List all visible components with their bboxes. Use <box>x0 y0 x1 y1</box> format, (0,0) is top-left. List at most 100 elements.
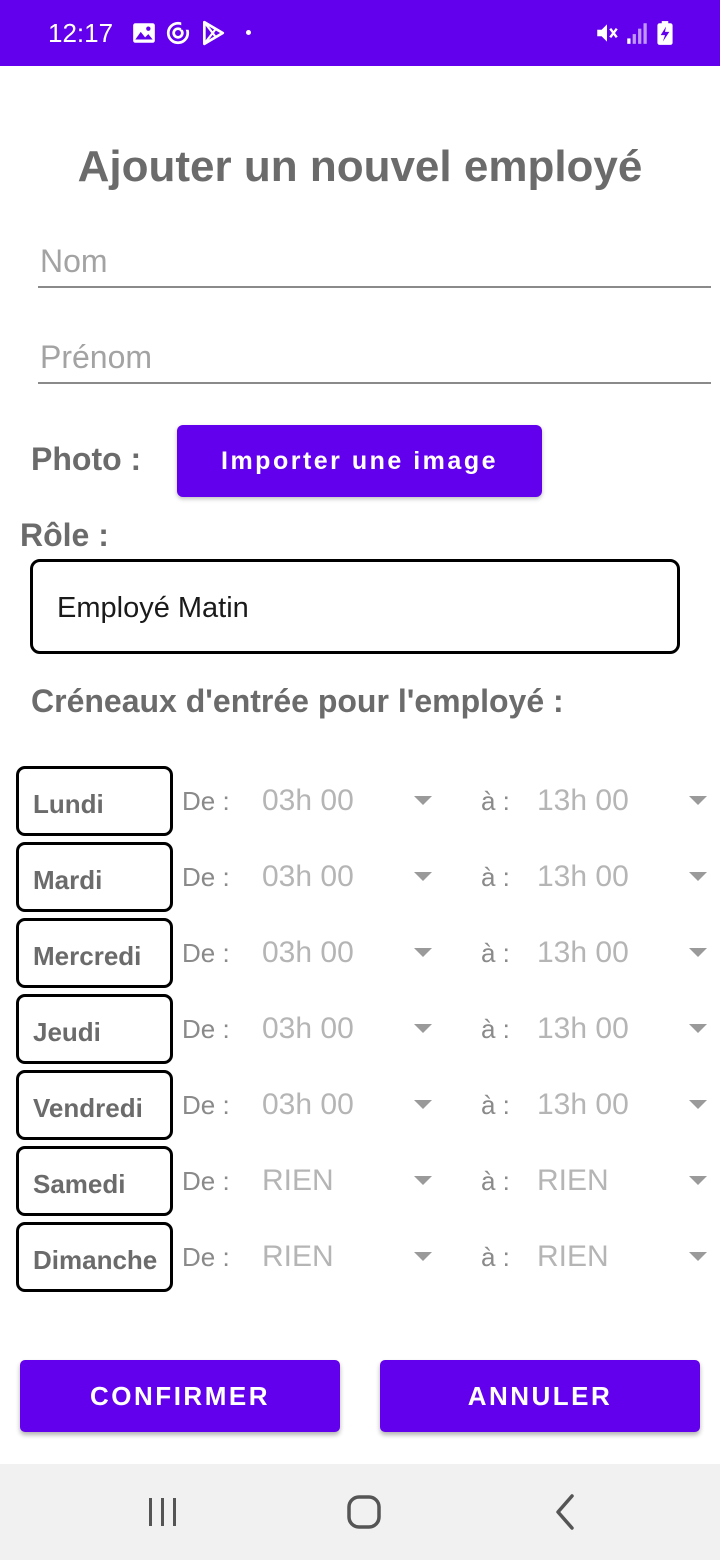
day-label: Dimanche <box>33 1245 158 1275</box>
mute-icon <box>597 24 618 42</box>
sync-icon <box>166 21 190 45</box>
role-label: Rôle : <box>20 517 109 553</box>
from-time-spinner[interactable]: 03h 00 <box>252 770 442 832</box>
from-label: De : <box>182 1014 230 1044</box>
day-label: Mardi <box>33 865 103 895</box>
from-label: De : <box>182 1090 230 1120</box>
schedule-row-jeudi: Jeudi De : 03h 00 à : 13h 00 <box>0 994 720 1064</box>
prenom-input[interactable] <box>38 332 711 384</box>
system-nav-bar <box>0 1464 720 1560</box>
to-time-spinner[interactable]: 13h 00 <box>527 1074 717 1136</box>
to-label: à : <box>481 1166 510 1196</box>
day-box: Dimanche <box>16 1222 173 1292</box>
dropdown-arrow-icon <box>689 872 707 881</box>
dropdown-arrow-icon <box>689 1176 707 1185</box>
to-label: à : <box>481 1014 510 1044</box>
day-label: Mercredi <box>33 941 142 971</box>
from-time-spinner[interactable]: 03h 00 <box>252 922 442 984</box>
dropdown-arrow-icon <box>689 796 707 805</box>
from-time-value: RIEN <box>262 1240 334 1273</box>
from-time-value: 03h 00 <box>262 1088 354 1121</box>
to-time-spinner[interactable]: RIEN <box>527 1150 717 1212</box>
to-label: à : <box>481 862 510 892</box>
to-label: à : <box>481 786 510 816</box>
to-time-value: RIEN <box>537 1240 609 1273</box>
confirm-button[interactable]: CONFIRMER <box>20 1360 340 1432</box>
to-time-value: 13h 00 <box>537 860 629 893</box>
to-time-spinner[interactable]: 13h 00 <box>527 998 717 1060</box>
schedule-row-dimanche: Dimanche De : RIEN à : RIEN <box>0 1222 720 1292</box>
battery-charging-icon <box>657 21 673 45</box>
dropdown-arrow-icon <box>414 1252 432 1261</box>
from-time-spinner[interactable]: RIEN <box>252 1150 442 1212</box>
to-time-spinner[interactable]: 13h 00 <box>527 922 717 984</box>
dropdown-arrow-icon <box>689 948 707 957</box>
from-time-spinner[interactable]: 03h 00 <box>252 1074 442 1136</box>
role-value: Employé Matin <box>57 592 249 624</box>
page-title: Ajouter un nouvel employé <box>77 142 643 191</box>
from-time-value: 03h 00 <box>262 936 354 969</box>
from-time-spinner[interactable]: 03h 00 <box>252 998 442 1060</box>
role-select[interactable]: Employé Matin <box>30 559 680 654</box>
to-time-spinner[interactable]: 13h 00 <box>527 770 717 832</box>
to-time-value: 13h 00 <box>537 784 629 817</box>
from-label: De : <box>182 862 230 892</box>
back-icon[interactable] <box>546 1492 586 1532</box>
status-time: 12:17 <box>48 18 114 48</box>
day-label: Jeudi <box>33 1017 101 1047</box>
to-label: à : <box>481 1090 510 1120</box>
status-bar: 12:17 <box>0 0 720 66</box>
from-label: De : <box>182 1242 230 1272</box>
dropdown-arrow-icon <box>414 872 432 881</box>
day-box: Mercredi <box>16 918 173 988</box>
from-time-spinner[interactable]: 03h 00 <box>252 846 442 908</box>
to-time-spinner[interactable]: RIEN <box>527 1226 717 1288</box>
schedule-row-mercredi: Mercredi De : 03h 00 à : 13h 00 <box>0 918 720 988</box>
dropdown-arrow-icon <box>414 1176 432 1185</box>
schedule-row-mardi: Mardi De : 03h 00 à : 13h 00 <box>0 842 720 912</box>
dropdown-arrow-icon <box>689 1100 707 1109</box>
from-time-spinner[interactable]: RIEN <box>252 1226 442 1288</box>
schedule-row-vendredi: Vendredi De : 03h 00 à : 13h 00 <box>0 1070 720 1140</box>
recents-icon[interactable] <box>143 1492 183 1532</box>
dropdown-arrow-icon <box>414 1024 432 1033</box>
to-time-value: 13h 00 <box>537 1012 629 1045</box>
from-label: De : <box>182 1166 230 1196</box>
from-time-value: 03h 00 <box>262 1012 354 1045</box>
image-icon <box>133 23 155 43</box>
notification-dot <box>246 30 251 35</box>
from-label: De : <box>182 938 230 968</box>
cancel-button[interactable]: ANNULER <box>380 1360 700 1432</box>
from-label: De : <box>182 786 230 816</box>
to-time-value: 13h 00 <box>537 1088 629 1121</box>
import-image-button[interactable]: Importer une image <box>177 425 542 497</box>
from-time-value: RIEN <box>262 1164 334 1197</box>
to-time-value: RIEN <box>537 1164 609 1197</box>
day-box: Vendredi <box>16 1070 173 1140</box>
day-box: Jeudi <box>16 994 173 1064</box>
from-time-value: 03h 00 <box>262 784 354 817</box>
to-label: à : <box>481 1242 510 1272</box>
dropdown-arrow-icon <box>689 1024 707 1033</box>
day-label: Lundi <box>33 789 104 819</box>
signal-icon <box>627 23 647 44</box>
schedule-row-lundi: Lundi De : 03h 00 à : 13h 00 <box>0 766 720 836</box>
day-box: Samedi <box>16 1146 173 1216</box>
day-box: Lundi <box>16 766 173 836</box>
play-store-icon <box>202 20 225 46</box>
to-label: à : <box>481 938 510 968</box>
photo-label: Photo : <box>31 441 142 477</box>
dropdown-arrow-icon <box>689 1252 707 1261</box>
slots-heading: Créneaux d'entrée pour l'employé : <box>31 683 564 719</box>
day-label: Vendredi <box>33 1093 143 1123</box>
dropdown-arrow-icon <box>414 948 432 957</box>
dropdown-arrow-icon <box>414 796 432 805</box>
dropdown-arrow-icon <box>414 1100 432 1109</box>
to-time-value: 13h 00 <box>537 936 629 969</box>
schedule-row-samedi: Samedi De : RIEN à : RIEN <box>0 1146 720 1216</box>
nom-input[interactable] <box>38 236 711 288</box>
day-label: Samedi <box>33 1169 126 1199</box>
to-time-spinner[interactable]: 13h 00 <box>527 846 717 908</box>
home-icon[interactable] <box>344 1492 384 1532</box>
day-box: Mardi <box>16 842 173 912</box>
